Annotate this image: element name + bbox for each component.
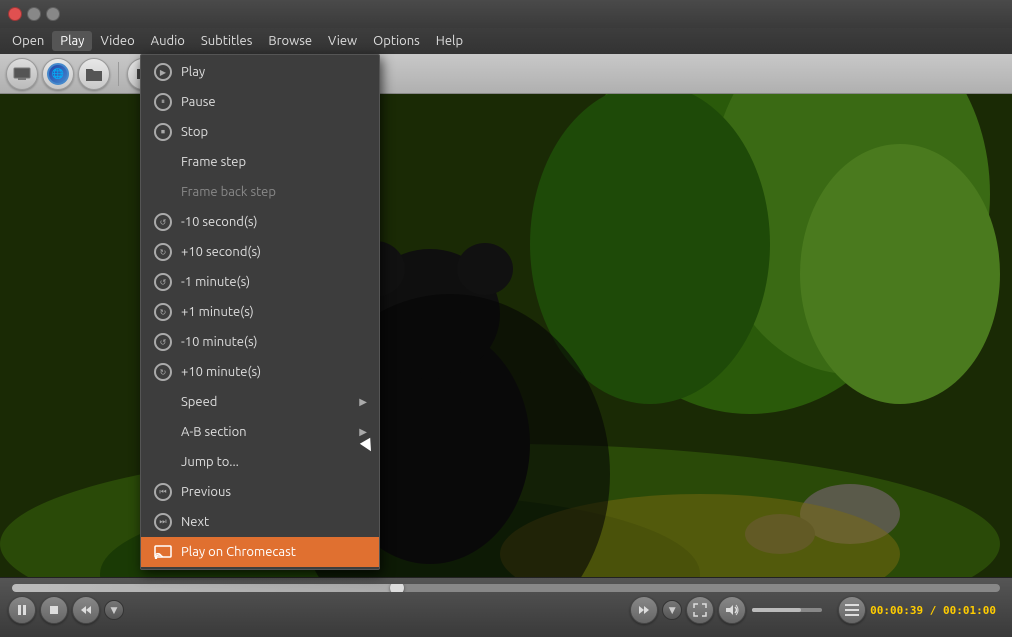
play-icon: ▶: [153, 62, 173, 82]
menu-play[interactable]: Play: [52, 31, 92, 51]
volume-button[interactable]: [718, 596, 746, 624]
window-controls[interactable]: [8, 7, 60, 21]
volume-fill: [752, 608, 801, 612]
rewind-button[interactable]: [72, 596, 100, 624]
minus10s-icon: ↺: [153, 212, 173, 232]
menu-item-frame-back-step[interactable]: Frame back step: [141, 177, 379, 207]
menu-item-next[interactable]: ⏭ Next: [141, 507, 379, 537]
menu-item-minus1m[interactable]: ↺ -1 minute(s): [141, 267, 379, 297]
menu-item-plus10m[interactable]: ↻ +10 minute(s): [141, 357, 379, 387]
frame-step-spacer: [153, 152, 173, 172]
menu-item-jump-to[interactable]: Jump to...: [141, 447, 379, 477]
menu-view[interactable]: View: [320, 31, 365, 51]
forward-button[interactable]: [630, 596, 658, 624]
minus10m-icon: ↺: [153, 332, 173, 352]
menu-help[interactable]: Help: [428, 31, 471, 51]
forward-dropdown[interactable]: ▼: [662, 600, 682, 620]
time-display: 00:00:39 / 00:01:00: [870, 604, 996, 617]
menu-item-ab-section[interactable]: A-B section ▶: [141, 417, 379, 447]
bottom-bar: ▼ ▼: [0, 577, 1012, 637]
menubar: Open Play Video Audio Subtitles Browse V…: [0, 28, 1012, 54]
menu-item-chromecast[interactable]: Play on Chromecast: [141, 537, 379, 567]
network-button[interactable]: 🌐: [42, 58, 74, 90]
next-icon: ⏭: [153, 512, 173, 532]
titlebar: [0, 0, 1012, 28]
progress-bar[interactable]: [12, 584, 1000, 592]
pause-icon: ⏸: [153, 92, 173, 112]
menu-item-speed[interactable]: Speed ▶: [141, 387, 379, 417]
plus10m-icon: ↻: [153, 362, 173, 382]
pause-button[interactable]: [8, 596, 36, 624]
menu-open[interactable]: Open: [4, 31, 52, 51]
toolbar-separator-1: [118, 62, 119, 86]
menu-item-stop[interactable]: ⏹ Stop: [141, 117, 379, 147]
ab-arrow: ▶: [359, 426, 367, 438]
menu-options[interactable]: Options: [365, 31, 428, 51]
play-dropdown-menu: ▶ Play ⏸ Pause ⏹ Stop Frame step Frame b…: [140, 54, 380, 570]
jump-spacer: [153, 452, 173, 472]
speed-arrow: ▶: [359, 396, 367, 408]
menu-item-minus10s[interactable]: ↺ -10 second(s): [141, 207, 379, 237]
minimize-button[interactable]: [27, 7, 41, 21]
open-file-button[interactable]: [6, 58, 38, 90]
stop-icon: ⏹: [153, 122, 173, 142]
rewind-dropdown[interactable]: ▼: [104, 600, 124, 620]
ab-spacer: [153, 422, 173, 442]
menu-video[interactable]: Video: [92, 31, 142, 51]
stop-button[interactable]: [40, 596, 68, 624]
menu-item-pause[interactable]: ⏸ Pause: [141, 87, 379, 117]
plus10s-icon: ↻: [153, 242, 173, 262]
menu-item-plus1m[interactable]: ↻ +1 minute(s): [141, 297, 379, 327]
menu-item-play[interactable]: ▶ Play: [141, 57, 379, 87]
menu-item-previous[interactable]: ⏮ Previous: [141, 477, 379, 507]
progress-fill: [12, 584, 397, 592]
progress-handle[interactable]: [390, 584, 404, 592]
menu-button[interactable]: [838, 596, 866, 624]
folder-button[interactable]: [78, 58, 110, 90]
plus1m-icon: ↻: [153, 302, 173, 322]
menu-browse[interactable]: Browse: [260, 31, 320, 51]
controls-row: ▼ ▼: [0, 592, 1012, 628]
maximize-button[interactable]: [46, 7, 60, 21]
chromecast-icon: [153, 542, 173, 562]
globe-icon: 🌐: [47, 63, 69, 85]
previous-icon: ⏮: [153, 482, 173, 502]
menu-item-minus10m[interactable]: ↺ -10 minute(s): [141, 327, 379, 357]
menu-item-plus10s[interactable]: ↻ +10 second(s): [141, 237, 379, 267]
frame-back-step-spacer: [153, 182, 173, 202]
speed-spacer: [153, 392, 173, 412]
fullscreen-button[interactable]: [686, 596, 714, 624]
menu-audio[interactable]: Audio: [143, 31, 193, 51]
minus1m-icon: ↺: [153, 272, 173, 292]
volume-slider[interactable]: [752, 608, 822, 612]
menu-subtitles[interactable]: Subtitles: [193, 31, 260, 51]
menu-item-frame-step[interactable]: Frame step: [141, 147, 379, 177]
close-button[interactable]: [8, 7, 22, 21]
